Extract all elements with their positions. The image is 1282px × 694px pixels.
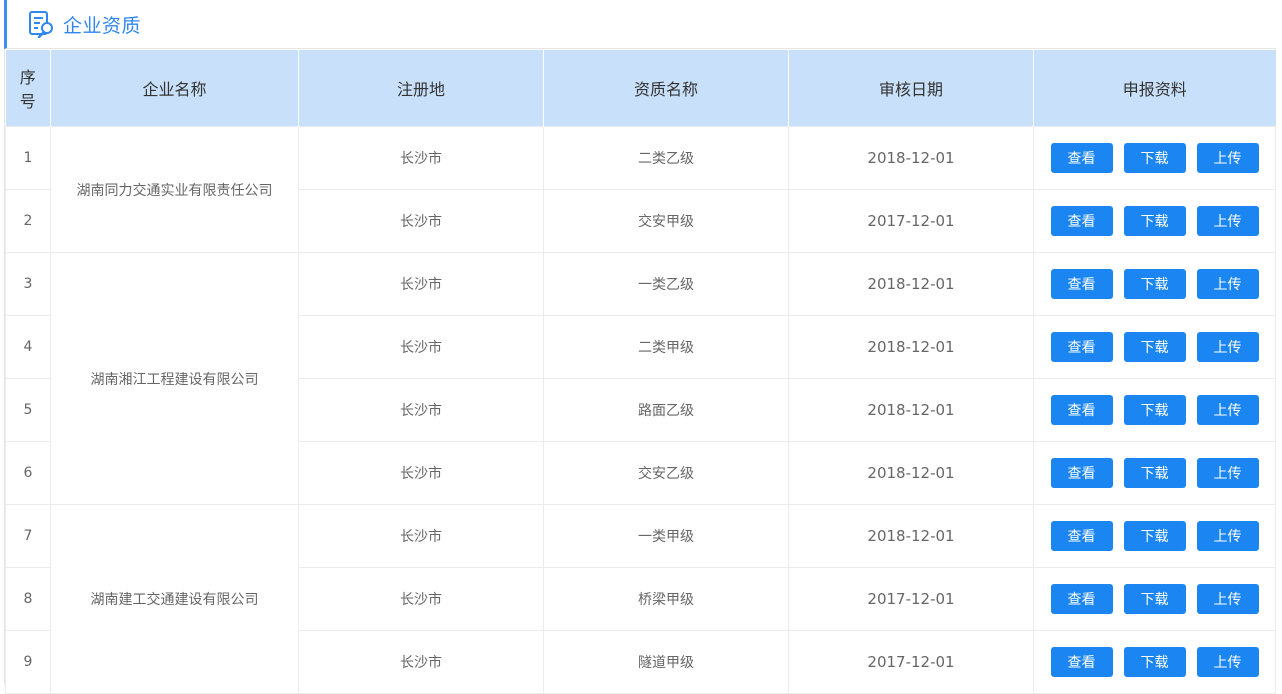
row-actions: 查看 下载 上传 xyxy=(1033,252,1276,316)
upload-button[interactable]: 上传 xyxy=(1196,521,1259,551)
upload-button[interactable]: 上传 xyxy=(1196,395,1259,425)
header-seq-line1: 序 xyxy=(19,68,36,87)
row-qualification: 交安乙级 xyxy=(543,441,789,505)
download-button[interactable]: 下载 xyxy=(1123,458,1186,488)
qualification-table: 序 号 企业名称 注册地 资质名称 审核日期 申报资料 1 湖南同力交通实业有限… xyxy=(5,50,1276,694)
view-button[interactable]: 查看 xyxy=(1050,206,1113,236)
header-company: 企业名称 xyxy=(50,50,299,127)
upload-button[interactable]: 上传 xyxy=(1196,458,1259,488)
upload-button[interactable]: 上传 xyxy=(1196,584,1259,614)
row-seq: 9 xyxy=(5,630,51,694)
row-qualification: 一类甲级 xyxy=(543,504,789,568)
row-qualification: 二类甲级 xyxy=(543,315,789,379)
row-location: 长沙市 xyxy=(298,567,544,631)
company-name: 湖南同力交通实业有限责任公司 xyxy=(50,126,299,253)
row-qualification: 一类乙级 xyxy=(543,252,789,316)
row-location: 长沙市 xyxy=(298,504,544,568)
row-date: 2018-12-01 xyxy=(788,441,1034,505)
header-date: 审核日期 xyxy=(788,50,1034,127)
row-seq: 7 xyxy=(5,504,51,568)
row-actions: 查看 下载 上传 xyxy=(1033,315,1276,379)
header-location: 注册地 xyxy=(298,50,544,127)
header-qualification: 资质名称 xyxy=(543,50,789,127)
download-button[interactable]: 下载 xyxy=(1123,143,1186,173)
row-actions: 查看 下载 上传 xyxy=(1033,441,1276,505)
row-seq: 4 xyxy=(5,315,51,379)
row-qualification: 隧道甲级 xyxy=(543,630,789,694)
upload-button[interactable]: 上传 xyxy=(1196,332,1259,362)
row-actions: 查看 下载 上传 xyxy=(1033,504,1276,568)
row-location: 长沙市 xyxy=(298,441,544,505)
row-location: 长沙市 xyxy=(298,630,544,694)
row-date: 2017-12-01 xyxy=(788,189,1034,253)
table-row: 1 湖南同力交通实业有限责任公司 长沙市 二类乙级 2018-12-01 查看 … xyxy=(5,126,1276,253)
page-title: 企业资质 xyxy=(63,14,142,37)
view-button[interactable]: 查看 xyxy=(1050,143,1113,173)
row-date: 2018-12-01 xyxy=(788,252,1034,316)
row-qualification: 交安甲级 xyxy=(543,189,789,253)
upload-button[interactable]: 上传 xyxy=(1196,206,1259,236)
row-seq: 2 xyxy=(5,189,51,253)
download-button[interactable]: 下载 xyxy=(1123,521,1186,551)
view-button[interactable]: 查看 xyxy=(1050,269,1113,299)
row-actions: 查看 下载 上传 xyxy=(1033,567,1276,631)
row-location: 长沙市 xyxy=(298,315,544,379)
row-actions: 查看 下载 上传 xyxy=(1033,630,1276,694)
row-date: 2018-12-01 xyxy=(788,315,1034,379)
row-qualification: 二类乙级 xyxy=(543,126,789,190)
row-actions: 查看 下载 上传 xyxy=(1033,378,1276,442)
row-location: 长沙市 xyxy=(298,126,544,190)
header-materials: 申报资料 xyxy=(1033,50,1276,127)
row-date: 2018-12-01 xyxy=(788,378,1034,442)
row-seq: 1 xyxy=(5,126,51,190)
header-seq: 序 号 xyxy=(5,50,51,127)
row-seq: 6 xyxy=(5,441,51,505)
row-location: 长沙市 xyxy=(298,252,544,316)
row-location: 长沙市 xyxy=(298,378,544,442)
row-date: 2018-12-01 xyxy=(788,126,1034,190)
download-button[interactable]: 下载 xyxy=(1123,584,1186,614)
row-location: 长沙市 xyxy=(298,189,544,253)
company-name: 湖南建工交通建设有限公司 xyxy=(50,504,299,694)
table-row: 3 湖南湘江工程建设有限公司 长沙市 一类乙级 2018-12-01 查看 下载… xyxy=(5,252,1276,505)
view-button[interactable]: 查看 xyxy=(1050,647,1113,677)
row-seq: 3 xyxy=(5,252,51,316)
row-actions: 查看 下载 上传 xyxy=(1033,126,1276,190)
upload-button[interactable]: 上传 xyxy=(1196,647,1259,677)
row-seq: 5 xyxy=(5,378,51,442)
table-row: 7 湖南建工交通建设有限公司 长沙市 一类甲级 2018-12-01 查看 下载… xyxy=(5,504,1276,694)
header-seq-line2: 号 xyxy=(19,92,36,111)
row-date: 2017-12-01 xyxy=(788,567,1034,631)
document-edit-icon xyxy=(27,10,55,38)
row-seq: 8 xyxy=(5,567,51,631)
download-button[interactable]: 下载 xyxy=(1123,395,1186,425)
view-button[interactable]: 查看 xyxy=(1050,521,1113,551)
company-name: 湖南湘江工程建设有限公司 xyxy=(50,252,299,505)
upload-button[interactable]: 上传 xyxy=(1196,143,1259,173)
table-header-row: 序 号 企业名称 注册地 资质名称 审核日期 申报资料 xyxy=(5,50,1276,127)
panel-header: 企业资质 xyxy=(4,0,1276,49)
view-button[interactable]: 查看 xyxy=(1050,458,1113,488)
download-button[interactable]: 下载 xyxy=(1123,206,1186,236)
row-date: 2017-12-01 xyxy=(788,630,1034,694)
row-qualification: 桥梁甲级 xyxy=(543,567,789,631)
download-button[interactable]: 下载 xyxy=(1123,269,1186,299)
download-button[interactable]: 下载 xyxy=(1123,647,1186,677)
view-button[interactable]: 查看 xyxy=(1050,395,1113,425)
download-button[interactable]: 下载 xyxy=(1123,332,1186,362)
view-button[interactable]: 查看 xyxy=(1050,584,1113,614)
row-date: 2018-12-01 xyxy=(788,504,1034,568)
view-button[interactable]: 查看 xyxy=(1050,332,1113,362)
row-qualification: 路面乙级 xyxy=(543,378,789,442)
row-actions: 查看 下载 上传 xyxy=(1033,189,1276,253)
upload-button[interactable]: 上传 xyxy=(1196,269,1259,299)
